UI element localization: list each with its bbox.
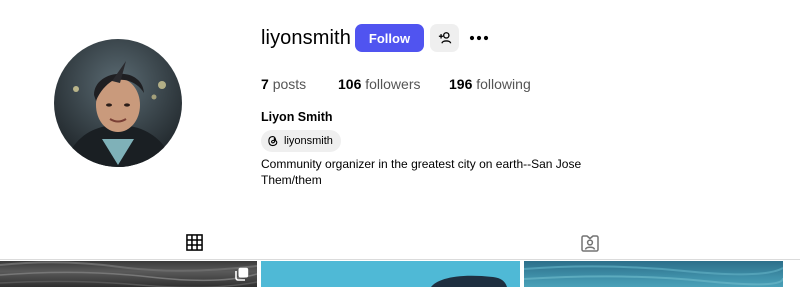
tab-divider	[0, 259, 800, 260]
following-stat[interactable]: 196 following	[449, 76, 531, 92]
follow-button[interactable]: Follow	[355, 24, 424, 52]
posts-count: 7	[261, 76, 269, 92]
posts-label: posts	[272, 76, 307, 92]
following-count: 196	[449, 76, 473, 92]
username: liyonsmith	[261, 27, 351, 49]
more-options-button[interactable]	[467, 26, 491, 50]
tagged-icon	[581, 234, 599, 252]
posts-stat: 7 posts	[261, 76, 306, 92]
post-image	[0, 261, 257, 287]
avatar-photo	[54, 39, 182, 167]
ellipsis-icon	[469, 35, 489, 41]
carousel-icon	[235, 267, 249, 281]
suggested-users-button[interactable]	[430, 24, 459, 52]
post-image	[431, 275, 507, 287]
post-image	[524, 265, 783, 286]
followers-count: 106	[338, 76, 362, 92]
grid-icon	[185, 234, 203, 251]
followers-stat[interactable]: 106 followers	[338, 76, 421, 92]
post-thumbnail[interactable]	[261, 261, 520, 287]
bio-line: Community organizer in the greatest city…	[261, 157, 582, 171]
post-thumbnail[interactable]	[0, 261, 257, 287]
threads-handle: liyonsmith	[284, 135, 333, 147]
followers-label: followers	[365, 76, 421, 92]
post-thumbnail[interactable]	[524, 261, 783, 287]
full-name: Liyon Smith	[261, 110, 333, 124]
add-person-icon	[438, 32, 451, 44]
threads-icon	[268, 135, 278, 147]
profile-avatar[interactable]	[54, 39, 182, 167]
threads-link[interactable]: liyonsmith	[261, 130, 341, 152]
following-label: following	[476, 76, 531, 92]
tab-tagged[interactable]	[563, 226, 617, 259]
pronouns: Them/them	[261, 173, 322, 187]
tab-posts[interactable]	[167, 226, 221, 260]
